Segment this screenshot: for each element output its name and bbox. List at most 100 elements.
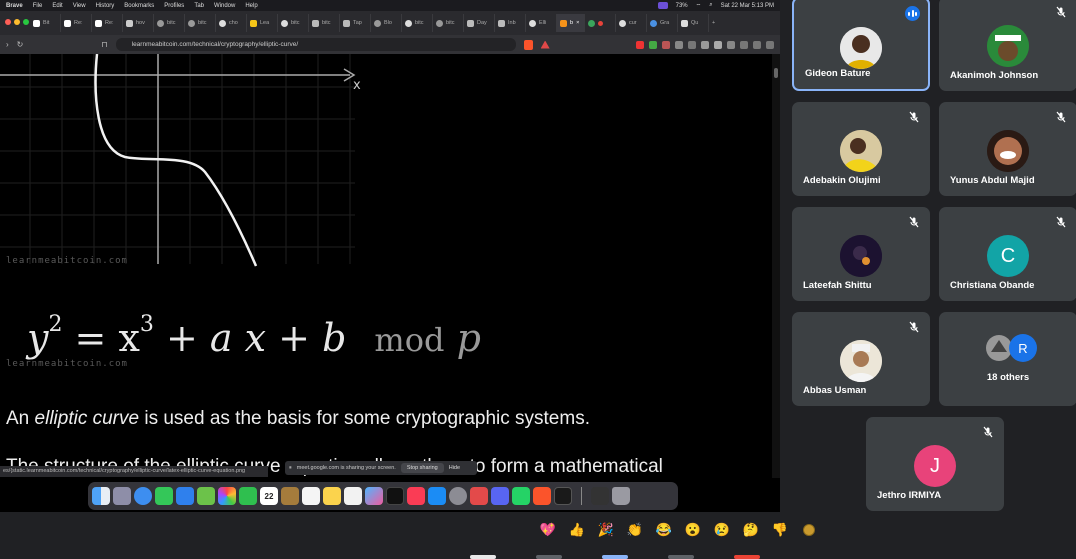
extension-icon[interactable] — [714, 40, 722, 49]
thumbs-down-icon[interactable]: 👎 — [772, 522, 788, 538]
participant-tile-adebakin[interactable]: Adebakin Olujimi — [792, 102, 930, 196]
menu-profiles[interactable]: Profiles — [164, 3, 184, 9]
browser-tab[interactable]: bitc — [402, 14, 433, 32]
maps-icon[interactable] — [197, 487, 215, 505]
clock[interactable]: Sat 22 Mar 5:13 PM — [721, 3, 774, 9]
brave-icon[interactable] — [533, 487, 551, 505]
tears-of-joy-icon[interactable]: 😂 — [656, 522, 672, 538]
browser-tab[interactable]: Re: — [92, 14, 123, 32]
participant-tile-christiana[interactable]: C Christiana Obande — [939, 207, 1076, 301]
browser-tab[interactable]: Gra — [647, 14, 678, 32]
calendar-icon[interactable]: 22 — [260, 487, 278, 505]
safari-icon[interactable] — [134, 487, 152, 505]
browser-tab-active[interactable]: b × — [557, 14, 585, 32]
extension-icon[interactable] — [675, 40, 683, 49]
surprised-icon[interactable]: 😮 — [685, 522, 701, 538]
address-bar[interactable]: learnmeabitcoin.com/technical/cryptograp… — [115, 38, 516, 51]
participant-tile-yunus[interactable]: Yunus Abdul Majid — [939, 102, 1076, 196]
menu-bookmarks[interactable]: Bookmarks — [124, 3, 154, 9]
whatsapp-icon[interactable] — [512, 487, 530, 505]
participant-tile-jethro[interactable]: J Jethro IRMIYA — [866, 417, 1004, 511]
browser-tab[interactable]: Re: — [61, 14, 92, 32]
forward-icon[interactable]: › — [6, 40, 9, 49]
participant-tile-abbas[interactable]: Abbas Usman — [792, 312, 930, 406]
notes-icon[interactable] — [323, 487, 341, 505]
extension-icon[interactable] — [662, 40, 670, 49]
trash-icon[interactable] — [612, 487, 630, 505]
extension-icon[interactable] — [636, 40, 644, 49]
sparkling-heart-icon[interactable]: 💖 — [540, 522, 556, 538]
scrollbar-thumb[interactable] — [774, 68, 778, 78]
wallet-icon[interactable] — [740, 40, 748, 49]
hide-sharebar-button[interactable]: Hide — [449, 465, 460, 471]
clapping-hands-icon[interactable]: 👏 — [627, 522, 643, 538]
brave-rewards-icon[interactable] — [540, 40, 550, 49]
contacts-icon[interactable] — [281, 487, 299, 505]
music-icon[interactable] — [407, 487, 425, 505]
browser-tab[interactable] — [585, 14, 616, 32]
screen-record-icon[interactable] — [657, 2, 668, 9]
app-icon[interactable] — [470, 487, 488, 505]
menu-help[interactable]: Help — [245, 3, 257, 9]
menu-app-name[interactable]: Brave — [6, 3, 23, 9]
extension-icon[interactable] — [649, 40, 657, 49]
sad-icon[interactable]: 😢 — [714, 522, 730, 538]
reminders-icon[interactable] — [302, 487, 320, 505]
finder-icon[interactable] — [92, 487, 110, 505]
browser-tab[interactable]: bitc — [185, 14, 216, 32]
menu-tab[interactable]: Tab — [194, 3, 204, 9]
apple-tv-icon[interactable] — [386, 487, 404, 505]
control-button[interactable] — [536, 555, 562, 559]
brave-shield-icon[interactable] — [523, 39, 533, 50]
system-settings-icon[interactable] — [449, 487, 467, 505]
browser-tab[interactable]: Elli — [526, 14, 557, 32]
browser-tab[interactable]: cho — [216, 14, 247, 32]
browser-tab[interactable]: Qu — [678, 14, 709, 32]
browser-tab[interactable]: hov — [123, 14, 154, 32]
close-window-icon[interactable] — [5, 19, 11, 25]
party-popper-icon[interactable]: 🎉 — [598, 522, 614, 538]
facetime-icon[interactable] — [239, 487, 257, 505]
browser-tab[interactable]: bitc — [154, 14, 185, 32]
participant-tile-others[interactable]: R 18 others — [939, 312, 1076, 406]
freeform-icon[interactable] — [344, 487, 362, 505]
photo-booth-icon[interactable] — [365, 487, 383, 505]
discord-icon[interactable] — [491, 487, 509, 505]
reload-icon[interactable]: ↻ — [17, 40, 24, 49]
wifi-icon[interactable]: ⌔ — [696, 2, 702, 10]
launchpad-icon[interactable] — [113, 487, 131, 505]
minimize-window-icon[interactable] — [14, 19, 20, 25]
bookmark-icon[interactable]: ⊓ — [101, 40, 107, 49]
extension-icon[interactable] — [701, 40, 709, 49]
app-store-icon[interactable] — [428, 487, 446, 505]
messages-icon[interactable] — [155, 487, 173, 505]
browser-tab[interactable]: Inb — [495, 14, 526, 32]
search-icon[interactable]: ⌕ — [709, 2, 712, 9]
participant-tile-akanimoh[interactable]: Akanimoh Johnson — [939, 0, 1076, 91]
settings-icon[interactable] — [753, 40, 761, 49]
control-button[interactable] — [734, 555, 760, 559]
menu-history[interactable]: History — [96, 3, 115, 9]
browser-tab[interactable]: bitc — [309, 14, 340, 32]
sidebar-icon[interactable] — [727, 40, 735, 49]
stop-sharing-button[interactable]: Stop sharing — [400, 463, 444, 473]
menu-view[interactable]: View — [73, 3, 86, 9]
menu-file[interactable]: File — [33, 3, 43, 9]
mail-icon[interactable] — [176, 487, 194, 505]
participant-tile-lateefah[interactable]: Lateefah Shittu — [792, 207, 930, 301]
downloads-icon[interactable] — [591, 487, 609, 505]
browser-tab[interactable]: bitc — [433, 14, 464, 32]
thinking-icon[interactable]: 🤔 — [743, 522, 759, 538]
browser-tab[interactable]: cur — [616, 14, 647, 32]
control-button[interactable] — [602, 555, 628, 559]
browser-tab[interactable]: Blo — [371, 14, 402, 32]
browser-tab[interactable]: Bit — [30, 14, 61, 32]
extension-icon[interactable] — [688, 40, 696, 49]
close-tab-icon[interactable]: × — [576, 20, 579, 26]
participant-tile-gideon[interactable]: Gideon Bature — [792, 0, 930, 91]
thumbs-up-icon[interactable]: 👍 — [569, 522, 585, 538]
browser-tab[interactable]: Lea — [247, 14, 278, 32]
terminal-icon[interactable] — [554, 487, 572, 505]
new-tab-button[interactable]: + — [709, 14, 725, 32]
menu-icon[interactable] — [766, 40, 774, 49]
